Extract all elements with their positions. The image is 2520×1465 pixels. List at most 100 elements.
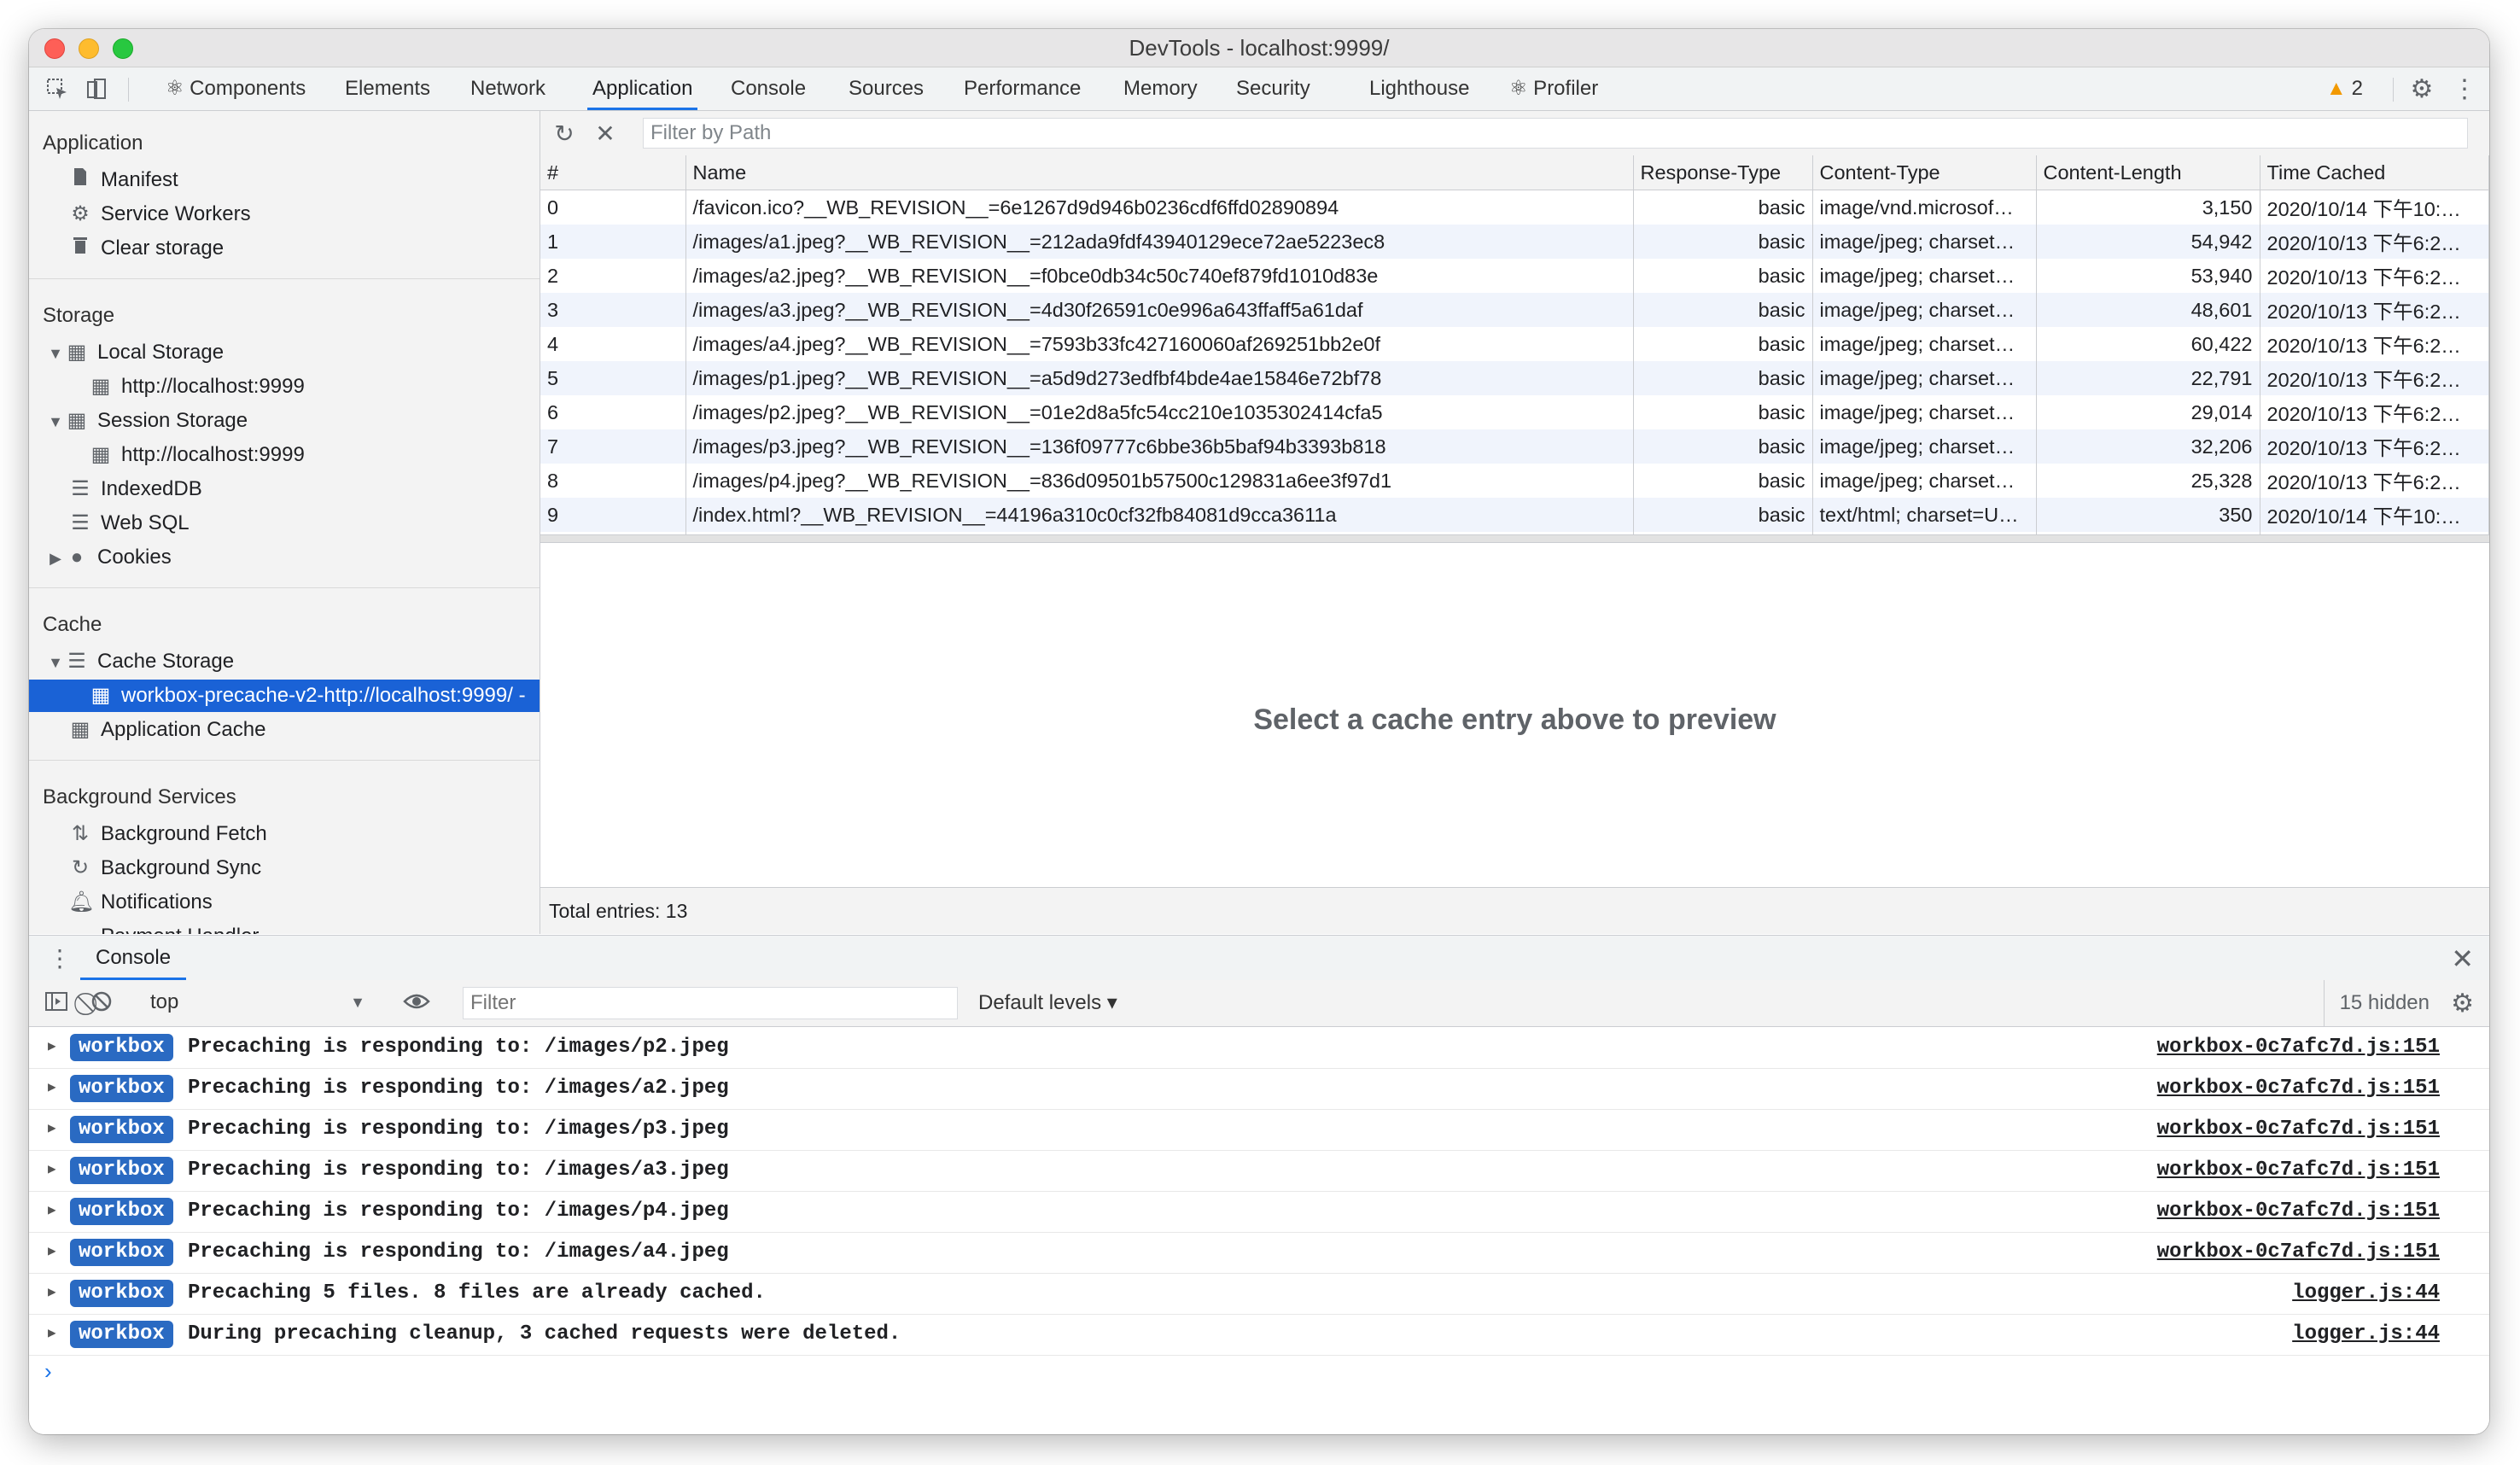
expand-arrow-icon[interactable]: ▶ (48, 1078, 56, 1095)
cell-index: 5 (540, 361, 686, 395)
refresh-icon[interactable]: ↻ (551, 120, 578, 147)
eye-icon[interactable] (403, 990, 430, 1018)
console-log-row[interactable]: ▶ workbox Precaching is responding to: /im… (29, 1068, 2489, 1110)
cell-response-type: basic (1633, 259, 1813, 293)
sidebar-item-clear-storage[interactable]: Clear storage (29, 232, 540, 265)
column-header-time-cached[interactable]: Time Cached (2260, 155, 2489, 190)
expand-arrow-icon[interactable]: ▶ (48, 1242, 56, 1259)
table-row[interactable]: 7/images/p3.jpeg?__WB_REVISION__=136f097… (540, 429, 2489, 464)
tab-memory[interactable]: Memory (1123, 67, 1198, 110)
sidebar-item-payment-handler[interactable]: ▬Payment Handler (29, 920, 540, 934)
column-header-name[interactable]: Name (685, 155, 1634, 190)
sidebar-item-local-storage[interactable]: ▼ ▦ Local Storage (29, 336, 540, 369)
close-window-button[interactable] (44, 38, 65, 59)
console-log-row[interactable]: ▶ workbox Precaching is responding to: /im… (29, 1109, 2489, 1151)
tab-network[interactable]: Network (470, 67, 545, 110)
cell-content-length: 3,150 (2036, 190, 2260, 225)
table-row[interactable]: 6/images/p2.jpeg?__WB_REVISION__=01e2d8a… (540, 395, 2489, 429)
drawer-menu-icon[interactable]: ⋮ (48, 944, 72, 972)
log-source-link[interactable]: workbox-0c7afc7d.js:151 (2157, 1150, 2440, 1191)
console-log-row[interactable]: ▶ workbox Precaching 5 files. 8 files are … (29, 1273, 2489, 1315)
sidebar-item-local-storage-origin[interactable]: ▦ http://localhost:9999 (29, 371, 540, 403)
console-log-row[interactable]: ▶ workbox During precaching cleanup, 3 cac… (29, 1314, 2489, 1356)
console-prompt[interactable]: › (44, 1358, 52, 1385)
column-header-content-type[interactable]: Content-Type (1812, 155, 2037, 190)
grid-icon: ▦ (90, 684, 111, 707)
log-source-link[interactable]: workbox-0c7afc7d.js:151 (2157, 1232, 2440, 1273)
sidebar-toggle-icon[interactable] (44, 990, 68, 1018)
filter-by-path-input[interactable] (643, 118, 2468, 149)
table-row[interactable]: 9/index.html?__WB_REVISION__=44196a310c0… (540, 498, 2489, 532)
sidebar-item-background-sync[interactable]: ↻ Background Sync (29, 852, 540, 884)
tab-performance[interactable]: Performance (964, 67, 1081, 110)
more-options-icon[interactable]: ⋮ (2452, 75, 2477, 103)
expand-arrow-icon[interactable]: ▶ (48, 1160, 56, 1177)
table-row[interactable]: 0/favicon.ico?__WB_REVISION__=6e1267d9d9… (540, 190, 2489, 225)
expand-arrow-icon[interactable]: ▶ (48, 1119, 56, 1136)
log-badge: workbox (70, 1198, 173, 1225)
sidebar-item-service-workers[interactable]: ⚙ Service Workers (29, 198, 540, 231)
settings-gear-icon[interactable]: ⚙ (2409, 75, 2435, 103)
tab-security[interactable]: Security (1236, 67, 1310, 110)
log-source-link[interactable]: workbox-0c7afc7d.js:151 (2157, 1109, 2440, 1150)
log-source-link[interactable]: workbox-0c7afc7d.js:151 (2157, 1191, 2440, 1232)
tab-console[interactable]: Console (731, 67, 806, 110)
console-log-row[interactable]: ▶ workbox Precaching is responding to: /im… (29, 1027, 2489, 1069)
expand-arrow-icon[interactable]: ▶ (48, 1283, 56, 1300)
tab-application[interactable]: Application (587, 67, 698, 110)
table-row[interactable]: 2/images/a2.jpeg?__WB_REVISION__=f0bce0d… (540, 259, 2489, 293)
table-row[interactable]: 4/images/a4.jpeg?__WB_REVISION__=7593b33… (540, 327, 2489, 361)
context-selector[interactable]: top ▼ (142, 987, 370, 1018)
table-row[interactable]: 8/images/p4.jpeg?__WB_REVISION__=836d095… (540, 464, 2489, 498)
warnings-counter[interactable]: ▲ 2 (2326, 67, 2363, 110)
log-badge: workbox (70, 1034, 173, 1061)
tab-components[interactable]: ⚛ Components (166, 67, 306, 110)
maximize-window-button[interactable] (113, 38, 133, 59)
sidebar-item-workbox-precache[interactable]: ▦ workbox-precache-v2-http://localhost:99… (29, 680, 540, 712)
cell-response-type: basic (1633, 293, 1813, 327)
cell-response-type: basic (1633, 464, 1813, 498)
expand-arrow-icon[interactable]: ▶ (48, 1324, 56, 1341)
sidebar-item-notifications[interactable]: 🔔︎ Notifications (29, 886, 540, 919)
column-header-response-type[interactable]: Response-Type (1633, 155, 1813, 190)
console-settings-gear-icon[interactable]: ⚙ (2451, 989, 2474, 1018)
table-row[interactable]: 5/images/p1.jpeg?__WB_REVISION__=a5d9d27… (540, 361, 2489, 395)
table-row[interactable]: 1/images/a1.jpeg?__WB_REVISION__=212ada9… (540, 225, 2489, 259)
console-filter-input[interactable] (463, 987, 958, 1019)
preview-splitter[interactable] (540, 534, 2489, 543)
sidebar-item-application-cache[interactable]: ▦ Application Cache (29, 714, 540, 746)
device-toolbar-icon[interactable] (84, 76, 109, 102)
log-levels-dropdown[interactable]: Default levels ▾ (978, 980, 1117, 1026)
drawer-tab-console[interactable]: Console (80, 936, 187, 980)
tab-sources[interactable]: Sources (849, 67, 924, 110)
log-source-link[interactable]: logger.js:44 (2292, 1273, 2440, 1314)
cell-content-length: 32,206 (2036, 429, 2260, 464)
expand-arrow-icon[interactable]: ▶ (48, 1037, 56, 1054)
sidebar-item-session-storage[interactable]: ▼ ▦ Session Storage (29, 405, 540, 437)
delete-entry-icon[interactable]: ✕ (592, 120, 619, 147)
column-header-index[interactable]: # (540, 155, 686, 190)
sidebar-item-indexeddb[interactable]: ☰ IndexedDB (29, 473, 540, 505)
tab-elements[interactable]: Elements (345, 67, 430, 110)
inspect-element-icon[interactable] (44, 76, 70, 102)
console-log-row[interactable]: ▶ workbox Precaching is responding to: /im… (29, 1232, 2489, 1274)
minimize-window-button[interactable] (79, 38, 99, 59)
log-source-link[interactable]: workbox-0c7afc7d.js:151 (2157, 1068, 2440, 1109)
sidebar-item-background-fetch[interactable]: ⇅ Background Fetch (29, 818, 540, 850)
close-drawer-icon[interactable]: ✕ (2451, 943, 2474, 975)
column-header-content-length[interactable]: Content-Length (2036, 155, 2260, 190)
log-source-link[interactable]: workbox-0c7afc7d.js:151 (2157, 1027, 2440, 1068)
tab-profiler[interactable]: ⚛ Profiler (1509, 67, 1598, 110)
sidebar-item-manifest[interactable]: Manifest (29, 164, 540, 196)
sidebar-item-session-storage-origin[interactable]: ▦ http://localhost:9999 (29, 439, 540, 471)
sidebar-item-cache-storage[interactable]: ▼ ☰ Cache Storage (29, 645, 540, 678)
console-log-row[interactable]: ▶ workbox Precaching is responding to: /im… (29, 1191, 2489, 1233)
cell-content-type: image/jpeg; charset… (1812, 259, 2037, 293)
log-source-link[interactable]: logger.js:44 (2292, 1314, 2440, 1355)
tab-lighthouse[interactable]: Lighthouse (1369, 67, 1469, 110)
table-row[interactable]: 3/images/a3.jpeg?__WB_REVISION__=4d30f26… (540, 293, 2489, 327)
console-log-row[interactable]: ▶ workbox Precaching is responding to: /im… (29, 1150, 2489, 1192)
sidebar-item-web-sql[interactable]: ☰ Web SQL (29, 507, 540, 540)
sidebar-item-cookies[interactable]: ▶ ● Cookies (29, 541, 540, 574)
expand-arrow-icon[interactable]: ▶ (48, 1201, 56, 1218)
